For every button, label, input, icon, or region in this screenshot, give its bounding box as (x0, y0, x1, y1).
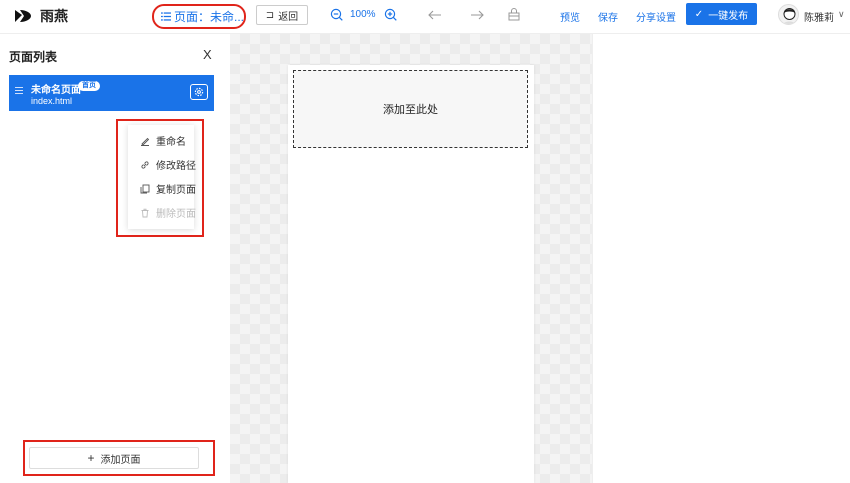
menu-item-delete: 删除页面 (140, 205, 196, 220)
panel-title: 页面列表 (9, 50, 58, 64)
top-toolbar: 雨燕 页面：未命... ⊐ 返回 100% 预览 保存 分享设置 ✓ 一键发布 … (0, 0, 850, 34)
back-button-label: 返回 (278, 11, 299, 23)
drop-zone[interactable]: 添加至此处 (293, 70, 528, 148)
page-selector[interactable]: 页面：未命... (152, 4, 246, 29)
link-icon (141, 160, 149, 169)
page-name: 未命名页面 (31, 85, 81, 96)
drop-hint: 添加至此处 (383, 104, 438, 116)
home-badge: 首页 (78, 81, 100, 91)
context-menu-list: 重命名 修改路径 复制页面 删除页面 (128, 125, 196, 229)
mobile-preview-frame: 添加至此处 (288, 65, 534, 483)
return-icon: ⊐ (265, 9, 275, 21)
page-selector-label: 页面：未命... (173, 10, 244, 24)
back-button[interactable]: ⊐ 返回 (256, 5, 308, 25)
plus-icon: + (87, 451, 95, 465)
preview-link[interactable]: 预览 (560, 9, 580, 24)
gear-icon (194, 87, 204, 97)
page-path: index.html (31, 96, 73, 106)
page-context-menu: 重命名 修改路径 复制页面 删除页面 (116, 119, 204, 237)
menu-item-rename[interactable]: 重命名 (140, 133, 186, 148)
menu-item-label: 复制页面 (156, 185, 196, 196)
menu-item-label: 重命名 (156, 137, 186, 148)
menu-item-label: 删除页面 (156, 209, 196, 220)
close-icon[interactable]: X (203, 47, 212, 62)
app-logo[interactable]: 雨燕 (14, 6, 68, 26)
add-page-area: + 添加页面 (23, 440, 215, 476)
swallow-logo-icon (15, 10, 31, 22)
zoom-level: 100% (350, 9, 376, 20)
drag-handle-icon[interactable] (15, 87, 23, 94)
add-page-label: 添加页面 (100, 454, 141, 466)
check-icon: ✓ (694, 8, 704, 20)
copy-icon (140, 184, 150, 193)
zoom-out-icon[interactable] (330, 8, 343, 21)
menu-item-duplicate[interactable]: 复制页面 (140, 181, 196, 196)
avatar[interactable] (778, 4, 799, 25)
undo-icon[interactable] (428, 10, 442, 20)
shop-icon[interactable] (508, 8, 520, 21)
page-settings-button[interactable] (190, 84, 208, 100)
publish-button-label: 一键发布 (708, 10, 749, 22)
redo-icon[interactable] (470, 10, 484, 20)
user-name[interactable]: 陈雅莉 (804, 9, 834, 24)
add-page-button[interactable]: + 添加页面 (29, 447, 199, 469)
publish-button[interactable]: ✓ 一键发布 (686, 3, 757, 25)
list-icon (161, 12, 171, 21)
app-name: 雨燕 (40, 8, 68, 24)
menu-item-label: 修改路径 (156, 161, 196, 172)
pencil-icon (141, 137, 150, 146)
chevron-down-icon[interactable]: ∨ (838, 9, 845, 20)
share-settings-link[interactable]: 分享设置 (636, 9, 676, 24)
menu-item-edit-path[interactable]: 修改路径 (140, 157, 196, 172)
page-list-panel: 页面列表 X 未命名页面 首页 index.html 重命名 修改路径 复制页面… (0, 34, 230, 483)
user-avatar-icon (782, 8, 797, 24)
save-link[interactable]: 保存 (598, 9, 618, 24)
zoom-in-icon[interactable] (384, 8, 397, 21)
properties-panel (592, 34, 850, 483)
page-list-item[interactable]: 未命名页面 首页 index.html (9, 75, 214, 111)
trash-icon (141, 208, 149, 217)
